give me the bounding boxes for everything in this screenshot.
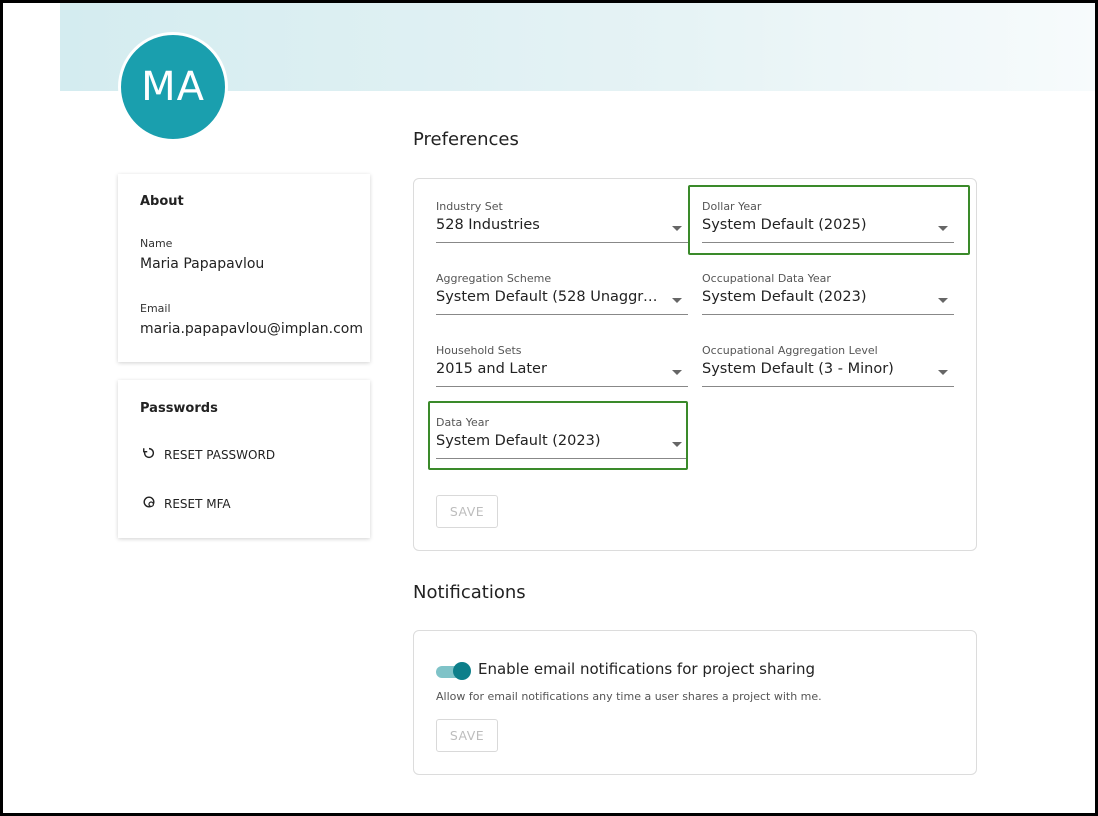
notifications-title: Notifications: [413, 582, 526, 603]
data-year-value: System Default (2023): [436, 433, 601, 449]
name-label: Name: [140, 237, 173, 250]
occupational-aggregation-level-value: System Default (3 - Minor): [702, 361, 894, 377]
industry-set-label: Industry Set: [436, 200, 503, 213]
industry-set-select[interactable]: Industry Set 528 Industries: [436, 200, 688, 244]
field-underline: [702, 386, 954, 387]
caret-down-icon: [672, 226, 682, 231]
field-underline: [436, 242, 688, 243]
caret-down-icon: [938, 298, 948, 303]
data-year-select[interactable]: Data Year System Default (2023): [436, 416, 688, 460]
passwords-title: Passwords: [140, 401, 218, 416]
toggle-thumb: [453, 662, 471, 680]
field-underline: [436, 314, 688, 315]
field-underline: [702, 242, 954, 243]
caret-down-icon: [938, 226, 948, 231]
aggregation-scheme-value: System Default (528 Unaggregated): [436, 289, 662, 305]
dollar-year-select[interactable]: Dollar Year System Default (2025): [702, 200, 954, 244]
aggregation-scheme-label: Aggregation Scheme: [436, 272, 552, 285]
about-card: About Name Maria Papapavlou Email maria.…: [118, 174, 370, 362]
occupational-data-year-select[interactable]: Occupational Data Year System Default (2…: [702, 272, 954, 316]
aggregation-scheme-select[interactable]: Aggregation Scheme System Default (528 U…: [436, 272, 688, 316]
notifications-panel: Enable email notifications for project s…: [413, 630, 977, 775]
occupational-aggregation-level-label: Occupational Aggregation Level: [702, 344, 878, 357]
occupational-data-year-value: System Default (2023): [702, 289, 867, 305]
reset-password-button[interactable]: RESET PASSWORD: [142, 446, 275, 463]
household-sets-value: 2015 and Later: [436, 361, 547, 377]
occupational-aggregation-level-select[interactable]: Occupational Aggregation Level System De…: [702, 344, 954, 388]
field-underline: [436, 458, 688, 459]
email-value: maria.papapavlou@implan.com: [140, 321, 364, 337]
reset-password-label: RESET PASSWORD: [164, 447, 276, 462]
caret-down-icon: [672, 442, 682, 447]
household-sets-label: Household Sets: [436, 344, 522, 357]
data-year-label: Data Year: [436, 416, 490, 429]
industry-set-value: 528 Industries: [436, 217, 540, 233]
email-notifications-help: Allow for email notifications any time a…: [436, 690, 822, 703]
email-label: Email: [140, 302, 171, 315]
household-sets-select[interactable]: Household Sets 2015 and Later: [436, 344, 688, 388]
dollar-year-value: System Default (2025): [702, 217, 867, 233]
mfa-icon: [142, 495, 156, 512]
name-value: Maria Papapavlou: [140, 256, 265, 272]
caret-down-icon: [672, 370, 682, 375]
notifications-save-button[interactable]: SAVE: [436, 719, 498, 752]
field-underline: [436, 386, 688, 387]
dollar-year-label: Dollar Year: [702, 200, 762, 213]
caret-down-icon: [672, 298, 682, 303]
preferences-title: Preferences: [413, 129, 519, 150]
email-notifications-label: Enable email notifications for project s…: [478, 660, 816, 678]
field-underline: [702, 314, 954, 315]
occupational-data-year-label: Occupational Data Year: [702, 272, 831, 285]
passwords-card: Passwords RESET PASSWORD RESET MFA: [118, 380, 370, 538]
email-notifications-toggle[interactable]: [436, 661, 472, 681]
caret-down-icon: [938, 370, 948, 375]
reset-icon: [142, 446, 156, 463]
about-title: About: [140, 194, 184, 209]
reset-mfa-label: RESET MFA: [164, 496, 231, 511]
preferences-save-button[interactable]: SAVE: [436, 495, 498, 528]
preferences-panel: Industry Set 528 Industries Dollar Year …: [413, 178, 977, 551]
avatar: MA: [118, 32, 228, 142]
reset-mfa-button[interactable]: RESET MFA: [142, 495, 231, 512]
